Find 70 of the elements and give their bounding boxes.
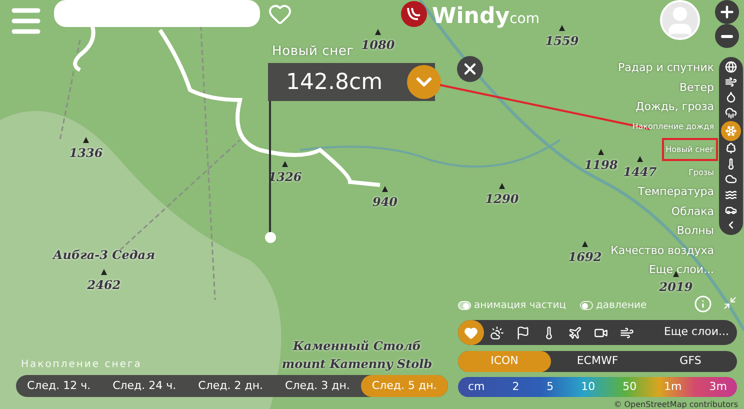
- search-field[interactable]: [54, 0, 260, 27]
- legend-label: 3m: [709, 378, 727, 395]
- layer-menu-item[interactable]: Облака: [669, 202, 716, 221]
- plus-icon: [718, 3, 736, 21]
- legend-label: 5: [546, 378, 554, 395]
- layer-menu-item[interactable]: Радар и спутник: [616, 58, 716, 78]
- legend-label: 2: [512, 378, 520, 395]
- layer-menu-item[interactable]: Ветер: [678, 78, 716, 97]
- close-button[interactable]: [457, 56, 483, 82]
- model-tab[interactable]: ECMWF: [551, 351, 644, 372]
- snowflake-icon[interactable]: [721, 120, 741, 141]
- layer-menu-item[interactable]: Волны: [674, 221, 716, 240]
- period-tab[interactable]: След. 2 дн.: [187, 375, 274, 397]
- peak-elevation-label: 1080: [361, 38, 395, 52]
- peak-elevation-label: 1447: [623, 165, 657, 179]
- peak-elevation-label: 1290: [485, 192, 519, 206]
- peak-marker-icon: [499, 183, 505, 189]
- peak-marker-icon: [637, 156, 643, 162]
- model-tab[interactable]: GFS: [644, 351, 737, 372]
- toggle-label: давление: [596, 299, 647, 313]
- layer-menu-item[interactable]: Качество воздуха: [608, 240, 716, 260]
- peak-marker-icon: [282, 161, 288, 167]
- period-tab[interactable]: След. 3 дн.: [274, 375, 361, 397]
- peak-marker-icon: [598, 149, 604, 155]
- place-name-label: Каменный Столб: [292, 339, 422, 353]
- peak-elevation-label: 2019: [659, 280, 693, 294]
- layer-menu-item[interactable]: Дождь, гроза: [634, 97, 716, 116]
- collapse-icon[interactable]: [723, 296, 737, 310]
- peak-elevation-label: 1559: [545, 34, 579, 48]
- logo-text: Windycom: [432, 6, 540, 28]
- zoom-in-button[interactable]: [715, 0, 739, 24]
- map-attribution: © OpenStreetMap contributors: [614, 400, 738, 409]
- layer-label: Новый снег: [272, 43, 354, 61]
- place-name-label: mount Kamenny Stolb: [282, 357, 432, 371]
- peak-elevation-label: 1326: [268, 170, 302, 184]
- layer-menu-item[interactable]: Еще слои...: [646, 260, 716, 280]
- layer-menu-item[interactable]: Температура: [636, 182, 716, 202]
- peak-elevation-label: 1336: [69, 146, 103, 160]
- layer-menu-item[interactable]: Грозы: [686, 162, 716, 182]
- toggle-switch[interactable]: [458, 301, 471, 310]
- legend-label: 50: [622, 378, 637, 395]
- toggle-label: анимация частиц: [474, 299, 566, 313]
- layer-menu-item[interactable]: Накопление дождя: [630, 116, 716, 136]
- peak-elevation-label: 2462: [87, 278, 121, 292]
- peak-marker-icon: [101, 269, 107, 275]
- period-tab[interactable]: След. 12 ч.: [16, 375, 102, 397]
- more-layers-button[interactable]: Еще слои...: [664, 324, 729, 341]
- legend-label: 10: [581, 378, 596, 395]
- period-tab[interactable]: След. 24 ч.: [102, 375, 188, 397]
- peak-marker-icon: [582, 241, 588, 247]
- period-tab[interactable]: След. 5 дн.: [360, 375, 448, 397]
- peak-elevation-label: 1692: [568, 250, 602, 264]
- legend-label: cm: [468, 378, 485, 395]
- heart-icon: [268, 2, 292, 26]
- legend-label: 1m: [664, 378, 682, 395]
- peak-marker-icon: [559, 25, 565, 31]
- minus-icon: [721, 34, 733, 38]
- toggle-switch[interactable]: [580, 301, 594, 310]
- peak-marker-icon: [382, 186, 388, 192]
- place-name-label: Аибга-3 Седая: [52, 248, 156, 262]
- peak-elevation-label: 940: [372, 195, 398, 209]
- logo-icon: [400, 0, 428, 28]
- peak-elevation-label: 1198: [584, 158, 618, 172]
- peak-marker-icon: [673, 271, 679, 277]
- accumulation-title: Накопление снега: [21, 358, 142, 372]
- zoom-out-button[interactable]: [715, 24, 739, 48]
- peak-marker-icon: [83, 137, 89, 143]
- model-tab[interactable]: ICON: [458, 351, 551, 372]
- layer-menu-item[interactable]: Новый снег: [664, 140, 716, 159]
- peak-marker-icon: [375, 29, 381, 35]
